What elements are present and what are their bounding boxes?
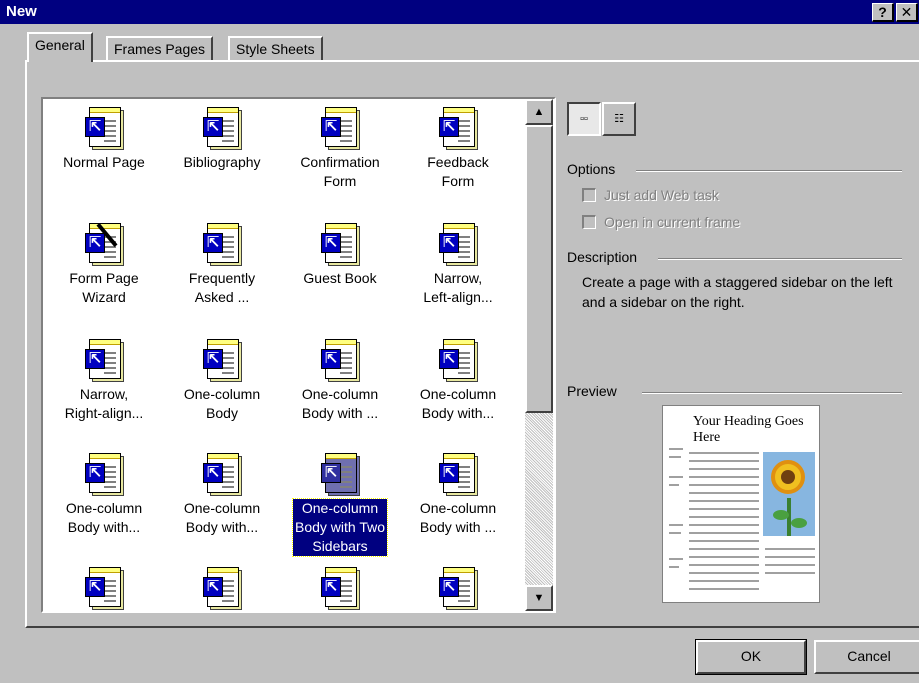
tab-frames-pages[interactable]: Frames Pages <box>106 36 214 62</box>
tab-style-sheets[interactable]: Style Sheets <box>228 36 323 62</box>
title-bar: New ? ✕ <box>0 0 919 24</box>
ok-button[interactable]: OK <box>695 639 807 675</box>
tab-general[interactable]: General <box>27 32 93 62</box>
cancel-button[interactable]: Cancel <box>814 640 919 674</box>
close-button[interactable]: ✕ <box>896 3 918 22</box>
window-title: New <box>6 3 37 20</box>
help-button[interactable]: ? <box>872 3 894 22</box>
tab-panel <box>25 60 919 628</box>
